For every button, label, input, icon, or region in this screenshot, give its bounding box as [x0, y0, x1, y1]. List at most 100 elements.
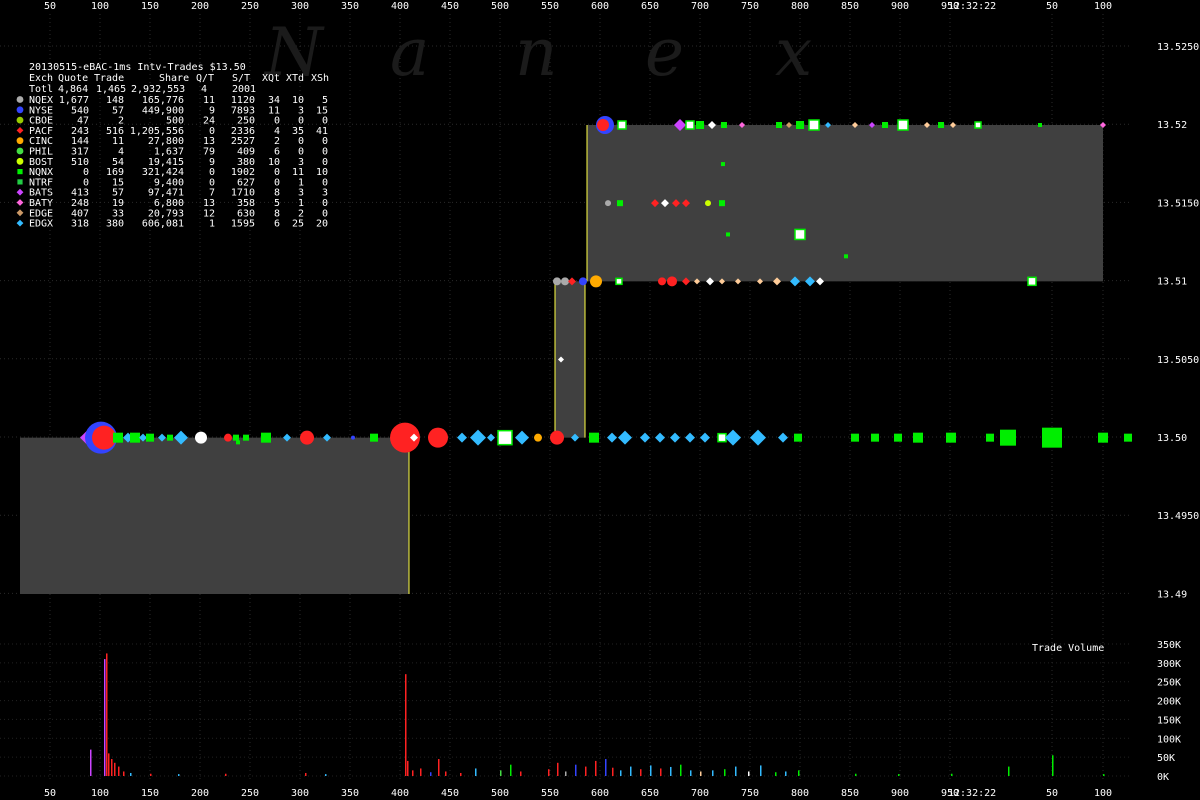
volume-bar: [630, 766, 632, 776]
trade-marker: [974, 121, 982, 129]
volume-bar: [898, 774, 900, 776]
y-tick-label: 13.50: [1157, 433, 1187, 444]
x-tick-label-top: 350: [341, 1, 359, 12]
volume-bar: [605, 759, 607, 776]
volume-bar: [735, 766, 737, 776]
y-tick-label: 13.51: [1157, 277, 1187, 288]
trade-marker: [550, 430, 564, 445]
volume-bar: [612, 767, 614, 776]
y-tick-label: 13.5050: [1157, 355, 1199, 366]
volume-bar: [123, 771, 125, 776]
trade-marker: [882, 122, 888, 128]
trade-chart: Nanex 13.525013.5213.515013.5113.505013.…: [0, 0, 1200, 800]
x-tick-label-top: 450: [441, 1, 459, 12]
spread-box: [20, 437, 409, 594]
trade-marker: [685, 120, 695, 130]
table-totals-cell: Totl: [29, 84, 53, 95]
table-header-cell: Exch: [29, 73, 53, 84]
table-row-cell: 6: [274, 219, 280, 230]
trade-marker: [553, 277, 561, 286]
trade-marker: [224, 433, 232, 442]
volume-bar: [407, 760, 409, 776]
table-totals-cell: 4: [201, 84, 207, 95]
trade-marker: [579, 277, 587, 286]
y-tick-label: 13.52: [1157, 120, 1187, 131]
trade-marker: [589, 432, 599, 443]
trade-marker: [167, 434, 173, 441]
volume-bar: [620, 770, 622, 776]
volume-bar: [130, 772, 132, 776]
x-tick-label-top: 250: [241, 1, 259, 12]
table-row-cell: 1: [209, 219, 215, 230]
x-tick-label-top: 600: [591, 1, 609, 12]
volume-bar: [445, 771, 447, 776]
table-header-cell: Quote: [58, 73, 88, 84]
exchange-legend-marker: [16, 116, 24, 124]
x-tick-label-top: 100: [1094, 1, 1112, 12]
trade-marker: [605, 200, 611, 207]
trade-marker: [617, 200, 623, 207]
trade-marker: [534, 433, 542, 442]
trade-marker: [617, 120, 627, 130]
volume-tick-label: 350K: [1157, 640, 1181, 651]
x-tick-label-top: 650: [641, 1, 659, 12]
x-tick-label-top: 700: [691, 1, 709, 12]
volume-label: Trade Volume: [1032, 643, 1104, 654]
trade-marker: [1038, 123, 1042, 127]
table-header-cell: Trade: [94, 73, 124, 84]
y-tick-label: 13.5250: [1157, 42, 1199, 53]
x-tick-label-bottom: 200: [191, 788, 209, 799]
trade-marker: [561, 277, 569, 286]
volume-bar: [951, 773, 953, 776]
volume-bar: [412, 770, 414, 776]
table-totals-cell: 2,932,553: [131, 84, 185, 95]
table-row-cell: 318: [71, 219, 89, 230]
volume-bar: [104, 659, 106, 776]
x-tick-label-bottom: 500: [491, 788, 509, 799]
x-tick-label-top: 150: [141, 1, 159, 12]
x-tick-label-bottom: 50: [1046, 788, 1058, 799]
table-row-cell: 606,081: [142, 219, 184, 230]
time-label-bottom: 12:32:22: [948, 788, 996, 799]
exchange-legend-marker: [17, 179, 23, 185]
trade-marker: [897, 119, 909, 131]
trade-marker: [705, 200, 711, 207]
volume-bar: [785, 771, 787, 776]
y-tick-label: 13.49: [1157, 589, 1187, 600]
volume-tick-label: 50K: [1157, 753, 1175, 764]
x-tick-label-top: 500: [491, 1, 509, 12]
trade-marker: [721, 122, 727, 128]
x-tick-label-bottom: 100: [91, 788, 109, 799]
x-tick-label-top: 550: [541, 1, 559, 12]
trade-marker: [1027, 276, 1037, 287]
x-tick-label-bottom: 700: [691, 788, 709, 799]
volume-bar: [565, 771, 567, 776]
table-totals-cell: 4,864: [58, 84, 88, 95]
volume-bar: [114, 762, 116, 776]
trade-marker: [300, 430, 314, 445]
trade-marker: [113, 432, 123, 443]
y-tick-label: 13.4950: [1157, 511, 1199, 522]
trade-marker: [726, 232, 730, 237]
volume-bar: [585, 766, 587, 776]
x-tick-label-top: 800: [791, 1, 809, 12]
table-header-cell: Share: [159, 73, 189, 84]
volume-bar: [111, 759, 113, 776]
x-tick-label-top: 850: [841, 1, 859, 12]
chart-title: 20130515-eBAC-1ms Intv-Trades $13.50: [29, 62, 246, 73]
trade-marker: [590, 275, 602, 288]
x-tick-label-top: 900: [891, 1, 909, 12]
trade-marker: [696, 121, 704, 129]
exchange-legend-marker: [16, 106, 24, 114]
x-tick-label-bottom: 600: [591, 788, 609, 799]
volume-tick-label: 0K: [1157, 772, 1169, 783]
trade-marker: [658, 277, 666, 286]
table-header-cell: XTd: [286, 73, 304, 84]
volume-bar: [325, 774, 327, 776]
trade-marker: [236, 440, 240, 445]
x-tick-label-bottom: 450: [441, 788, 459, 799]
trade-marker: [667, 276, 677, 287]
watermark-letter: n: [515, 14, 558, 91]
volume-bar: [748, 771, 750, 776]
table-row-cell: 380: [106, 219, 124, 230]
